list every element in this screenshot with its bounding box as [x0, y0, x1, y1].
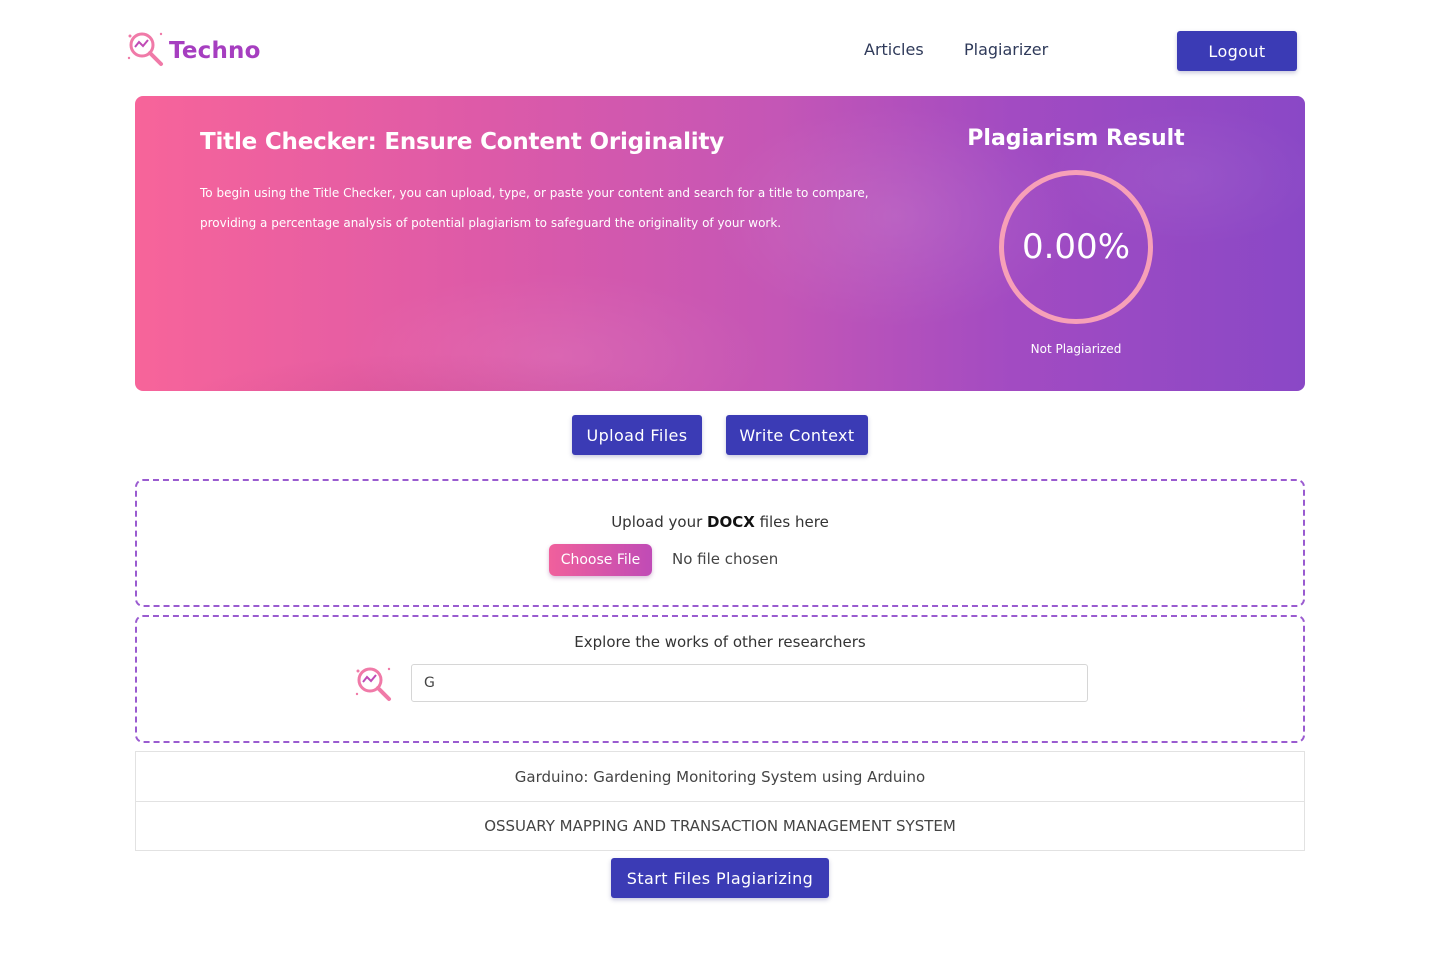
hero-banner: Title Checker: Ensure Content Originalit… — [135, 96, 1305, 391]
nav-link-plagiarizer[interactable]: Plagiarizer — [964, 40, 1048, 59]
choose-file-button[interactable]: Choose File — [549, 544, 652, 576]
upload-label-format: DOCX — [707, 513, 755, 531]
write-context-tab[interactable]: Write Context — [726, 415, 868, 455]
search-results-list: Garduino: Gardening Monitoring System us… — [135, 751, 1305, 851]
plagiarism-status: Not Plagiarized — [1030, 342, 1122, 356]
upload-instructions: Upload your DOCX files here — [137, 513, 1303, 531]
file-status: No file chosen — [672, 550, 779, 568]
logout-button[interactable]: Logout — [1177, 31, 1297, 71]
list-item[interactable]: Garduino: Gardening Monitoring System us… — [136, 752, 1304, 801]
upload-dropzone[interactable]: Upload your DOCX files here Choose File … — [135, 479, 1305, 607]
navbar: Techno Articles Plagiarizer Logout — [0, 0, 1440, 96]
start-plagiarizing-button[interactable]: Start Files Plagiarizing — [611, 858, 829, 898]
plagiarism-result-gauge: 0.00% — [999, 170, 1153, 324]
upload-label-prefix: Upload your — [611, 513, 708, 531]
brand-logo[interactable]: Techno — [125, 30, 261, 72]
research-search-input[interactable] — [411, 664, 1088, 702]
magnifier-logo-icon — [352, 662, 396, 706]
plagiarism-percentage: 0.00% — [1021, 227, 1130, 267]
hero-title: Title Checker: Ensure Content Originalit… — [200, 129, 725, 155]
list-item[interactable]: OSSUARY MAPPING AND TRANSACTION MANAGEME… — [136, 801, 1304, 850]
magnifier-logo-icon — [125, 28, 167, 74]
nav-link-articles[interactable]: Articles — [864, 40, 924, 59]
upload-label-suffix: files here — [754, 513, 829, 531]
plagiarism-result-title: Plagiarism Result — [967, 126, 1185, 151]
brand-name: Techno — [169, 38, 261, 64]
search-heading: Explore the works of other researchers — [574, 633, 866, 651]
hero-description: To begin using the Title Checker, you ca… — [200, 186, 869, 230]
research-search-panel: Explore the works of other researchers — [135, 615, 1305, 743]
upload-files-tab[interactable]: Upload Files — [572, 415, 702, 455]
